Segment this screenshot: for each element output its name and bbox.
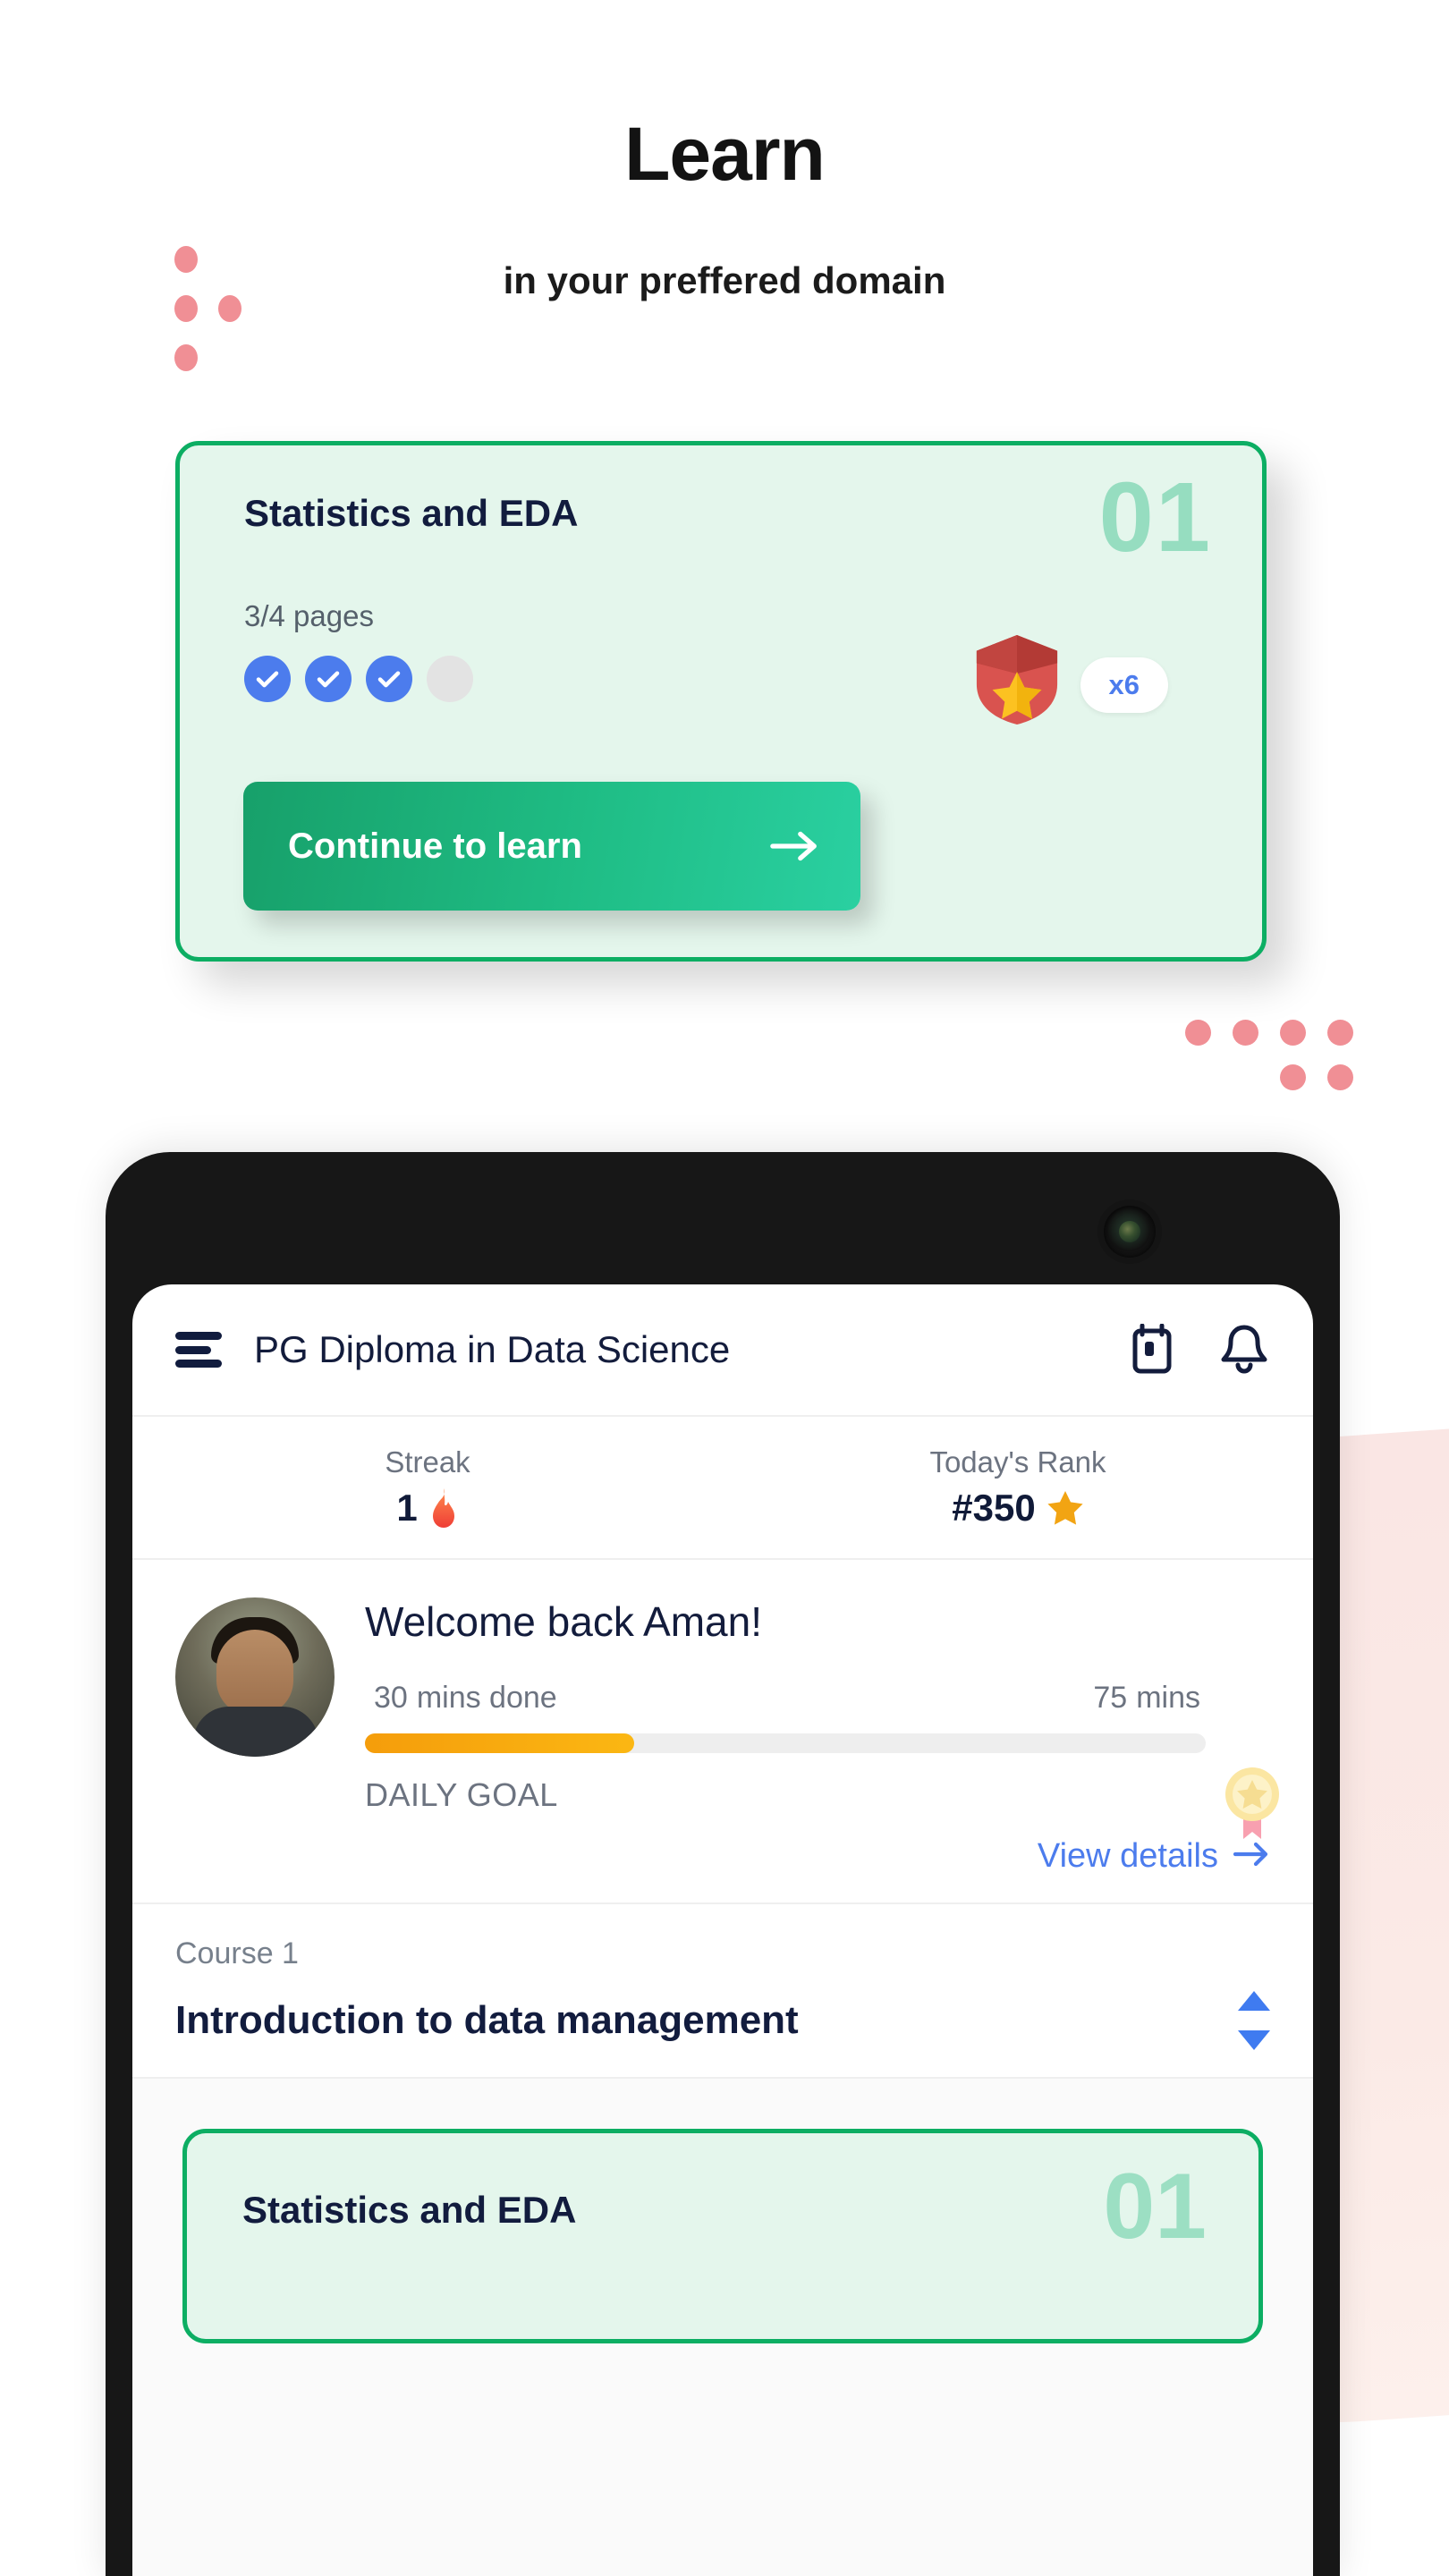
dot [1327,1064,1353,1090]
hero-page-progress-dots [244,656,473,702]
course-eyebrow: Course 1 [175,1936,299,1970]
module-card-statistics[interactable]: Statistics and EDA 01 [182,2129,1263,2343]
dot [1327,1020,1353,1046]
continue-to-learn-button[interactable]: Continue to learn [243,782,860,911]
stat-rank-number: #350 [952,1487,1036,1529]
minutes-goal-value: 75 [1093,1681,1128,1715]
minutes-done-unit: mins done [416,1681,557,1715]
arrow-right-icon [769,828,821,864]
page-check-2 [305,656,352,702]
dot [174,344,198,371]
phone-camera-icon [1104,1206,1156,1258]
bell-icon[interactable] [1218,1322,1270,1377]
page-check-1 [244,656,291,702]
topbar-actions [1127,1322,1270,1377]
hero-card-title: Statistics and EDA [244,492,579,534]
arrow-right-icon [1233,1841,1270,1872]
welcome-content: Welcome back Aman! 30mins done 75mins [365,1597,1279,1876]
view-details-label: View details [1037,1837,1218,1875]
medal-icon [1222,1766,1283,1843]
stat-streak-label: Streak [385,1445,470,1479]
calendar-icon[interactable] [1127,1324,1177,1376]
stat-rank: Today's Rank #350 [723,1417,1313,1558]
minutes-goal: 75 mins [1084,1673,1200,1717]
chevron-down-icon [1238,2030,1270,2050]
sort-updown-icon[interactable] [1238,1991,1270,2050]
stats-row: Streak 1 Today's Rank #350 [132,1417,1313,1560]
course-title-row[interactable]: Introduction to data management [175,1991,1270,2050]
minutes-done: 30 mins done [365,1673,557,1717]
page-title: Learn [624,112,826,196]
page-check-3 [366,656,412,702]
phone-mockup: PG Diploma in Data Science Streak 1 Toda… [106,1152,1340,2576]
hamburger-icon[interactable] [175,1332,222,1368]
daily-goal-progress-fill [365,1733,634,1753]
stat-streak: Streak 1 [132,1417,723,1558]
page-root: Learn in your preffered domain Statistic… [0,0,1449,2576]
view-details-link[interactable]: View details [365,1837,1270,1876]
module-card-number: 01 [1103,2155,1207,2258]
page-subtitle: in your preffered domain [503,259,946,301]
page-check-4 [427,656,473,702]
stat-streak-number: 1 [396,1487,418,1529]
stat-streak-value: 1 [396,1487,458,1530]
user-avatar [175,1597,335,1757]
chevron-up-icon [1238,1991,1270,2011]
stat-rank-value: #350 [952,1487,1083,1530]
course-title: Introduction to data management [175,1998,799,2042]
goal-numbers-row: 30 mins done 75 mins [365,1673,1270,1717]
welcome-section: Welcome back Aman! 30mins done 75mins [132,1560,1313,1904]
decorative-dots-right [1185,1020,1355,1118]
dot [1280,1020,1306,1046]
hero-card-number: 01 [1098,462,1212,572]
minutes-goal-unit: mins [1136,1681,1200,1715]
badge-multiplier: x6 [1080,657,1168,713]
module-list: Statistics and EDA 01 [132,2079,1313,2576]
dot [1185,1020,1211,1046]
module-card-title: Statistics and EDA [242,2189,577,2231]
continue-to-learn-label: Continue to learn [288,826,582,866]
hero-card-pages: 3/4 pages [244,599,374,632]
stat-rank-label: Today's Rank [929,1445,1106,1479]
star-icon [1046,1489,1084,1527]
avatar-face [216,1630,293,1716]
minutes-done-value: 30 [374,1681,408,1715]
app-topbar: PG Diploma in Data Science [132,1284,1313,1417]
fire-icon [428,1487,459,1529]
shield-star-icon [973,633,1061,726]
app-title: PG Diploma in Data Science [254,1328,731,1370]
dot [1233,1020,1258,1046]
course-section: Course 1 Introduction to data management [132,1904,1313,2079]
phone-screen: PG Diploma in Data Science Streak 1 Toda… [132,1284,1313,2576]
daily-goal-progressbar [365,1733,1206,1753]
daily-goal-label: DAILY GOAL [365,1776,558,1813]
dot [1280,1064,1306,1090]
welcome-greeting: Welcome back Aman! [365,1598,763,1645]
avatar-body [193,1707,318,1757]
